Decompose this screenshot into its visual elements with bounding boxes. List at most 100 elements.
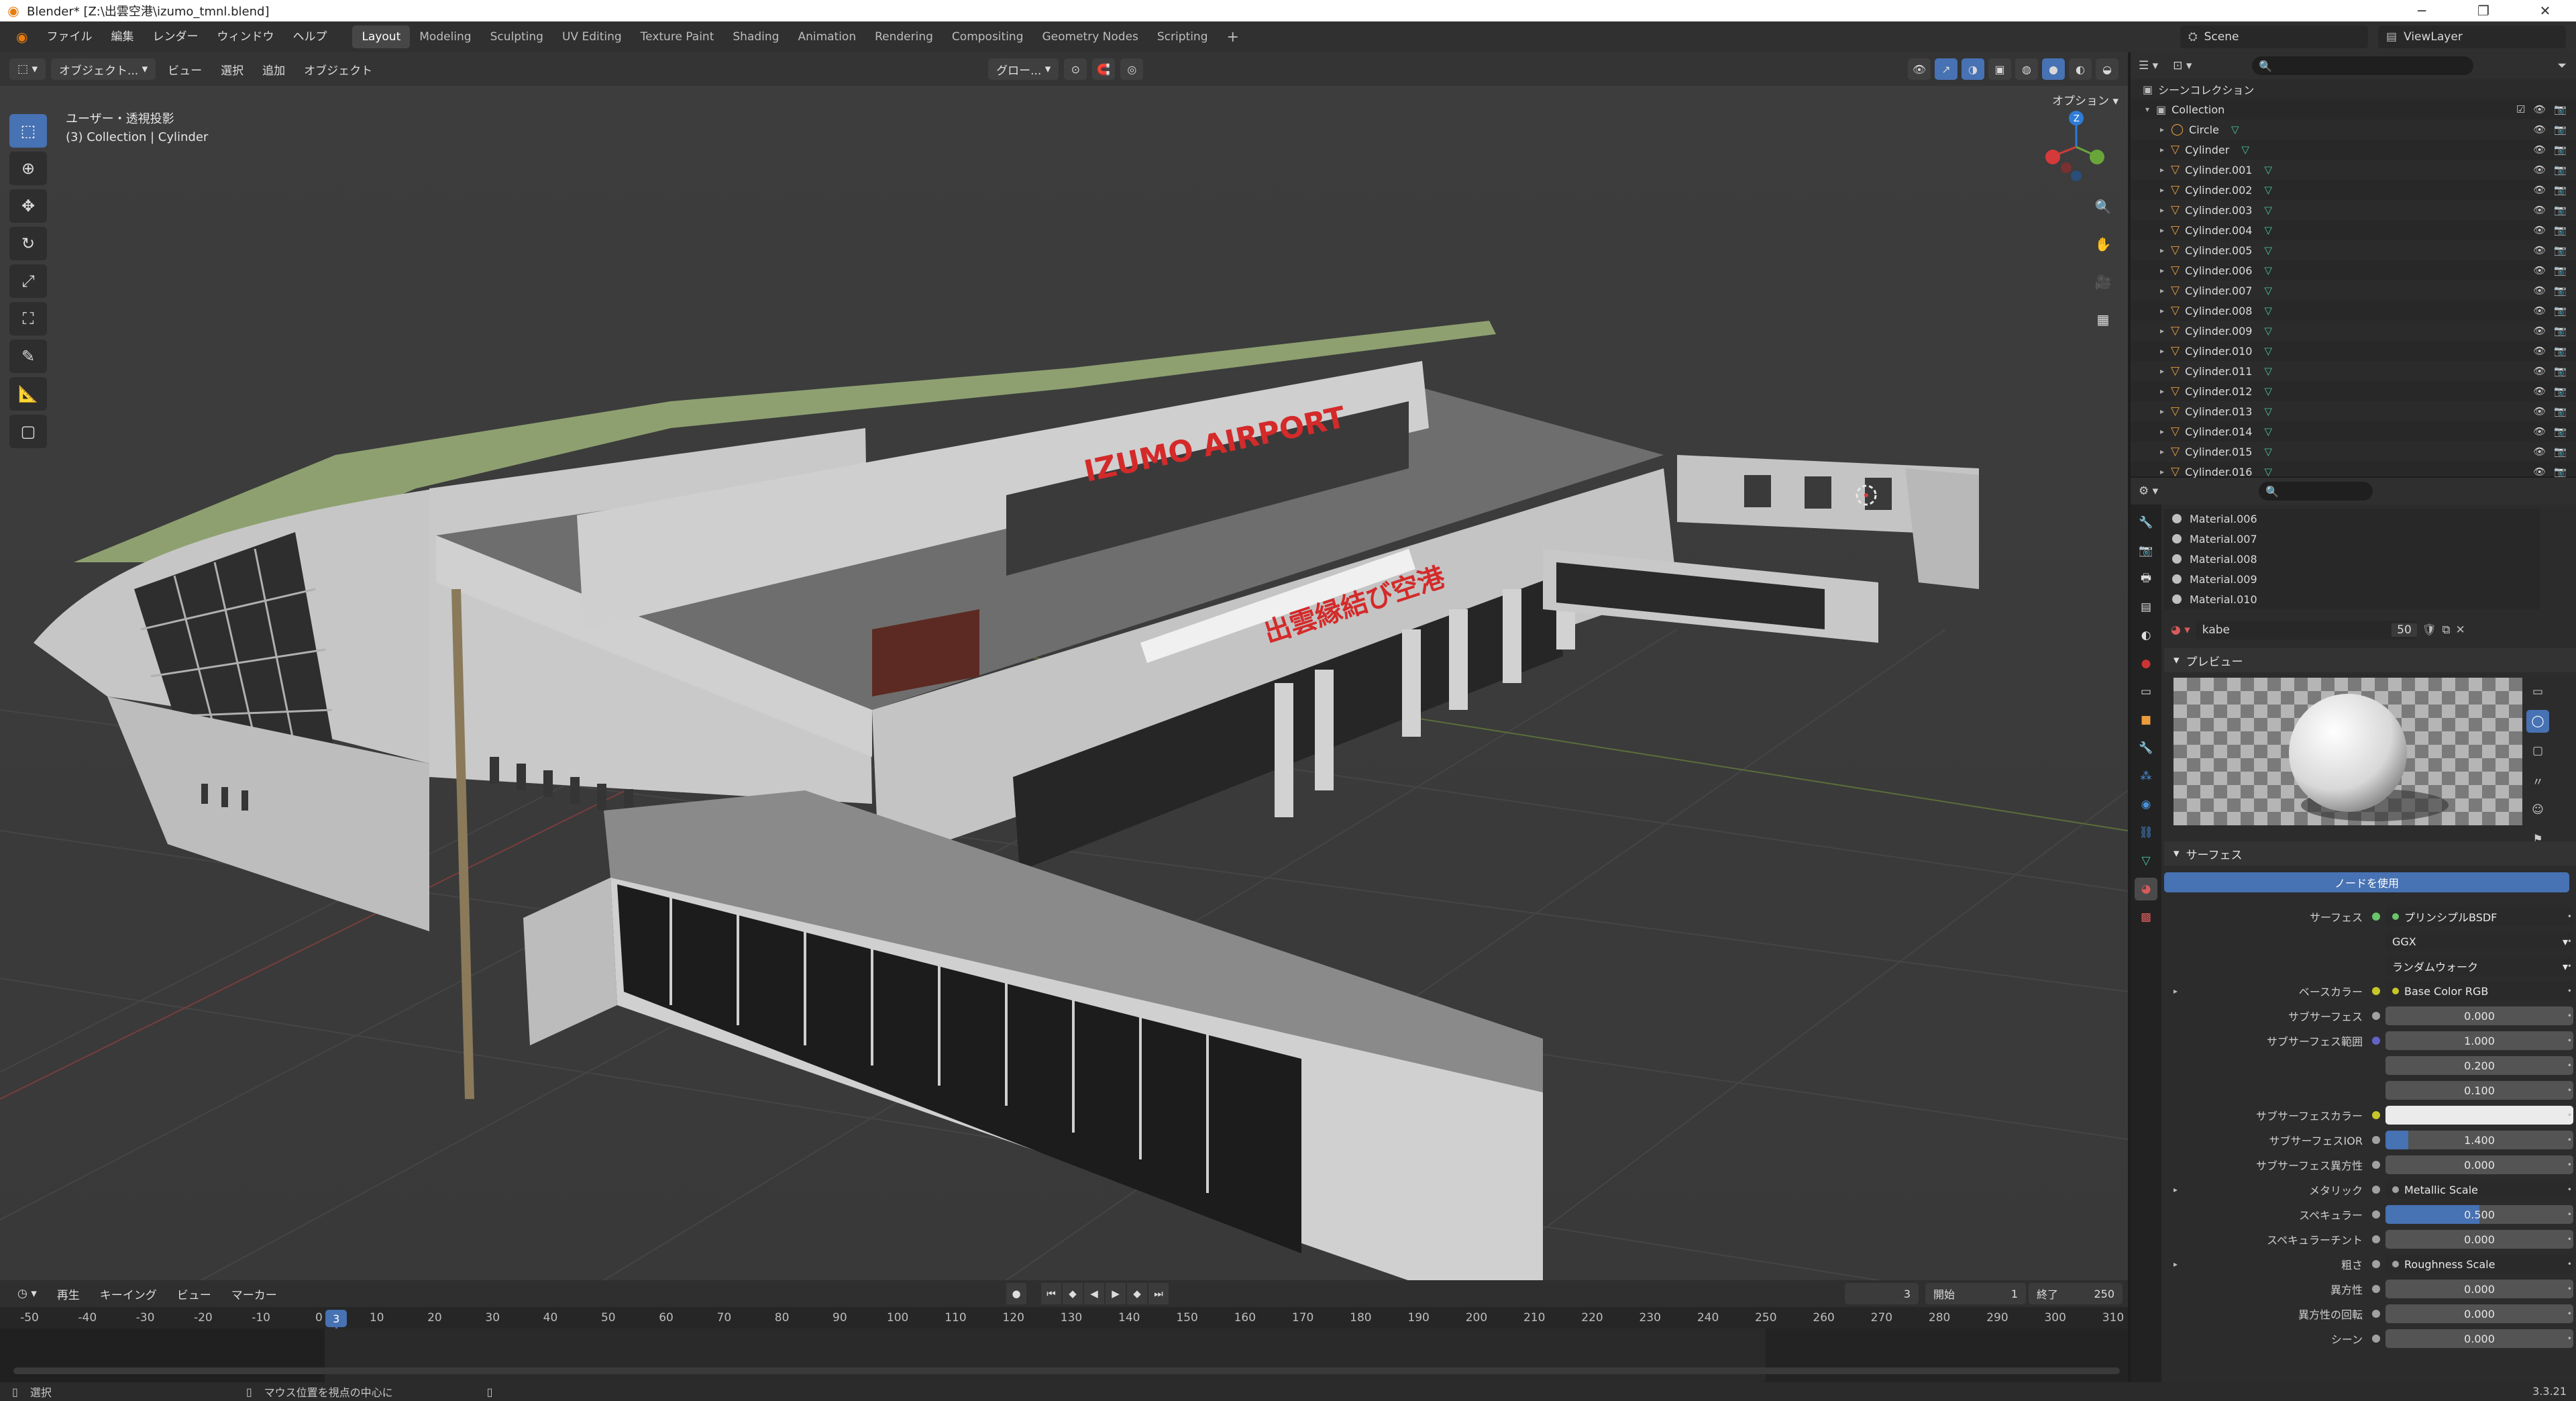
camera-icon[interactable]: 📷 xyxy=(2554,466,2567,478)
physics-tab-icon[interactable]: ◉ xyxy=(2135,793,2157,816)
preview-panel-header[interactable]: ▾ プレビュー xyxy=(2164,648,2576,672)
expand-icon[interactable]: ▸ xyxy=(2157,286,2167,295)
options-button[interactable]: オプション ▾ xyxy=(2052,91,2118,108)
expand-icon[interactable]: ▸ xyxy=(2157,246,2167,255)
eye-icon[interactable]: 👁 xyxy=(2533,405,2546,417)
camera-icon[interactable]: 📷 xyxy=(2554,164,2567,176)
render-tab-icon[interactable]: 📷 xyxy=(2135,539,2157,562)
outliner-item[interactable]: ▸ ▽ Cylinder.013 ▽ 👁 📷 xyxy=(2131,401,2576,421)
keyframe-dot-icon[interactable]: • xyxy=(2567,1334,2572,1343)
keyframe-dot-icon[interactable]: • xyxy=(2567,986,2572,996)
outliner-item[interactable]: ▸ ▽ Cylinder.009 ▽ 👁 📷 xyxy=(2131,321,2576,341)
socket-icon[interactable] xyxy=(2372,1260,2380,1268)
property-value-field[interactable]: 0.000 xyxy=(2385,1280,2573,1298)
editor-type-button[interactable]: ⬚ ▾ xyxy=(9,58,46,80)
current-frame-field[interactable]: 3 xyxy=(1845,1283,1919,1304)
timeline-editor[interactable]: ◷ ▾ 再生 キーイング ビュー マーカー ● ⏮ ◆ ◀ ▶ ◆ ⏭ 3 開始… xyxy=(0,1280,2128,1401)
camera-icon[interactable]: 📷 xyxy=(2554,103,2567,115)
jump-end-icon[interactable]: ⏭ xyxy=(1148,1283,1169,1304)
scene-tab-icon[interactable]: ◐ xyxy=(2135,624,2157,647)
checkbox-icon[interactable]: ☑ xyxy=(2516,103,2525,115)
property-value-field[interactable]: 0.000 xyxy=(2385,1155,2573,1174)
eye-icon[interactable]: 👁 xyxy=(2533,446,2546,458)
keyframe-dot-icon[interactable]: • xyxy=(2567,1036,2572,1045)
play-icon[interactable]: ▶ xyxy=(1106,1283,1126,1304)
material-slot[interactable]: Material.009 xyxy=(2164,569,2540,589)
eye-icon[interactable]: 👁 xyxy=(2533,325,2546,337)
eye-icon[interactable]: 👁 xyxy=(2533,244,2546,256)
camera-icon[interactable]: 📷 xyxy=(2554,224,2567,236)
material-slot[interactable]: Material.010 xyxy=(2164,589,2540,609)
start-frame-field[interactable]: 開始 1 xyxy=(1925,1283,2026,1304)
expand-icon[interactable]: ▸ xyxy=(2157,185,2167,195)
camera-icon[interactable]: 📷 xyxy=(2554,204,2567,216)
camera-icon[interactable]: 📷 xyxy=(2554,446,2567,458)
keyframe-dot-icon[interactable]: • xyxy=(2567,1160,2572,1170)
keyframe-dot-icon[interactable]: • xyxy=(2567,1135,2572,1145)
menu-render[interactable]: レンダー xyxy=(143,21,207,52)
end-frame-field[interactable]: 終了 250 xyxy=(2029,1283,2123,1304)
particles-tab-icon[interactable]: ⁂ xyxy=(2135,765,2157,788)
camera-view-icon[interactable]: 🎥 xyxy=(2088,267,2118,297)
outliner-item[interactable]: ▸ ▽ Cylinder ▽ 👁 📷 xyxy=(2131,140,2576,160)
expand-icon[interactable]: ▸ xyxy=(2157,145,2167,154)
outliner-item[interactable]: ▸ ▽ Cylinder.001 ▽ 👁 📷 xyxy=(2131,160,2576,180)
preview-sphere-icon[interactable]: ◯ xyxy=(2526,710,2549,733)
expand-icon[interactable]: ▸ xyxy=(2157,306,2167,315)
visibility-icon[interactable]: 👁 xyxy=(1908,58,1931,80)
menu-file[interactable]: ファイル xyxy=(37,21,101,52)
material-tab-icon[interactable]: ◕ xyxy=(2135,878,2157,900)
move-tool-icon[interactable]: ✥ xyxy=(9,189,47,223)
tab-texture-paint[interactable]: Texture Paint xyxy=(631,25,724,48)
socket-icon[interactable] xyxy=(2372,1285,2380,1293)
tool-tab-icon[interactable]: 🔧 xyxy=(2135,511,2157,534)
outliner-item[interactable]: ▸ ▽ Cylinder.014 ▽ 👁 📷 xyxy=(2131,421,2576,442)
property-value-field[interactable]: 1.000 xyxy=(2385,1031,2573,1050)
socket-icon[interactable] xyxy=(2372,1310,2380,1318)
keyframe-dot-icon[interactable]: • xyxy=(2567,1235,2572,1244)
camera-icon[interactable]: 📷 xyxy=(2554,184,2567,196)
preview-cube-icon[interactable]: ▢ xyxy=(2526,739,2549,762)
property-value-field[interactable]: 0.000 xyxy=(2385,1230,2573,1249)
expand-icon[interactable]: ▸ xyxy=(2157,386,2167,396)
eye-icon[interactable]: 👁 xyxy=(2533,365,2546,377)
view-layer-tab-icon[interactable]: ▤ xyxy=(2135,596,2157,619)
timeline-menu-keying[interactable]: キーイング xyxy=(92,1286,165,1302)
socket-link-field[interactable]: プリンシプルBSDF xyxy=(2385,907,2573,926)
expand-icon[interactable]: ▸ xyxy=(2157,346,2167,356)
expand-icon[interactable]: ▸ xyxy=(2157,266,2167,275)
expand-icon[interactable]: ▸ xyxy=(2157,447,2167,456)
timeline-menu-marker[interactable]: マーカー xyxy=(223,1286,285,1302)
property-value-field[interactable]: 0.200 xyxy=(2385,1056,2573,1075)
property-value-field[interactable]: 0.500 xyxy=(2385,1205,2573,1224)
zoom-icon[interactable]: 🔍 xyxy=(2088,192,2118,221)
keyframe-dot-icon[interactable]: • xyxy=(2567,1284,2572,1294)
eye-icon[interactable]: 👁 xyxy=(2533,345,2546,357)
properties-search-input[interactable]: 🔍 xyxy=(2259,482,2373,501)
socket-icon[interactable] xyxy=(2372,1186,2380,1194)
tab-geometry-nodes[interactable]: Geometry Nodes xyxy=(1032,25,1147,48)
expand-icon[interactable]: ▸ xyxy=(2157,225,2167,235)
menu-window[interactable]: ウィンドウ xyxy=(207,21,283,52)
outliner-collection[interactable]: ▾ ▣ Collection ☑ 👁 📷 xyxy=(2131,99,2576,119)
timeline-menu-playback[interactable]: 再生 xyxy=(49,1286,88,1302)
outliner-item[interactable]: ▸ ▽ Cylinder.005 ▽ 👁 📷 xyxy=(2131,240,2576,260)
output-tab-icon[interactable]: 🖶 xyxy=(2135,568,2157,590)
outliner-item[interactable]: ▸ ◯ Circle ▽ 👁 📷 xyxy=(2131,119,2576,140)
property-value-field[interactable]: 0.000 xyxy=(2385,1304,2573,1323)
eye-icon[interactable]: 👁 xyxy=(2533,184,2546,196)
mode-selector[interactable]: オブジェクト... ▾ xyxy=(51,58,156,80)
viewport-menu-object[interactable]: オブジェクト xyxy=(297,61,379,78)
scene-selector[interactable]: ⛭ Scene xyxy=(2180,25,2368,48)
socket-icon[interactable] xyxy=(2372,1012,2380,1020)
solid-shading-icon[interactable]: ● xyxy=(2042,58,2065,80)
outliner-display-icon[interactable]: ⊡ ▾ xyxy=(2173,59,2192,72)
fake-user-icon[interactable]: 🛡 xyxy=(2422,623,2437,637)
tab-modeling[interactable]: Modeling xyxy=(410,25,480,48)
snap-icon[interactable]: 🧲 xyxy=(1092,58,1116,80)
perspective-toggle-icon[interactable]: ▦ xyxy=(2088,305,2118,334)
tab-layout[interactable]: Layout xyxy=(352,25,411,48)
texture-tab-icon[interactable]: ▩ xyxy=(2135,906,2157,929)
outliner-item[interactable]: ▸ ▽ Cylinder.007 ▽ 👁 📷 xyxy=(2131,280,2576,301)
socket-link-field[interactable]: Metallic Scale xyxy=(2385,1180,2573,1199)
